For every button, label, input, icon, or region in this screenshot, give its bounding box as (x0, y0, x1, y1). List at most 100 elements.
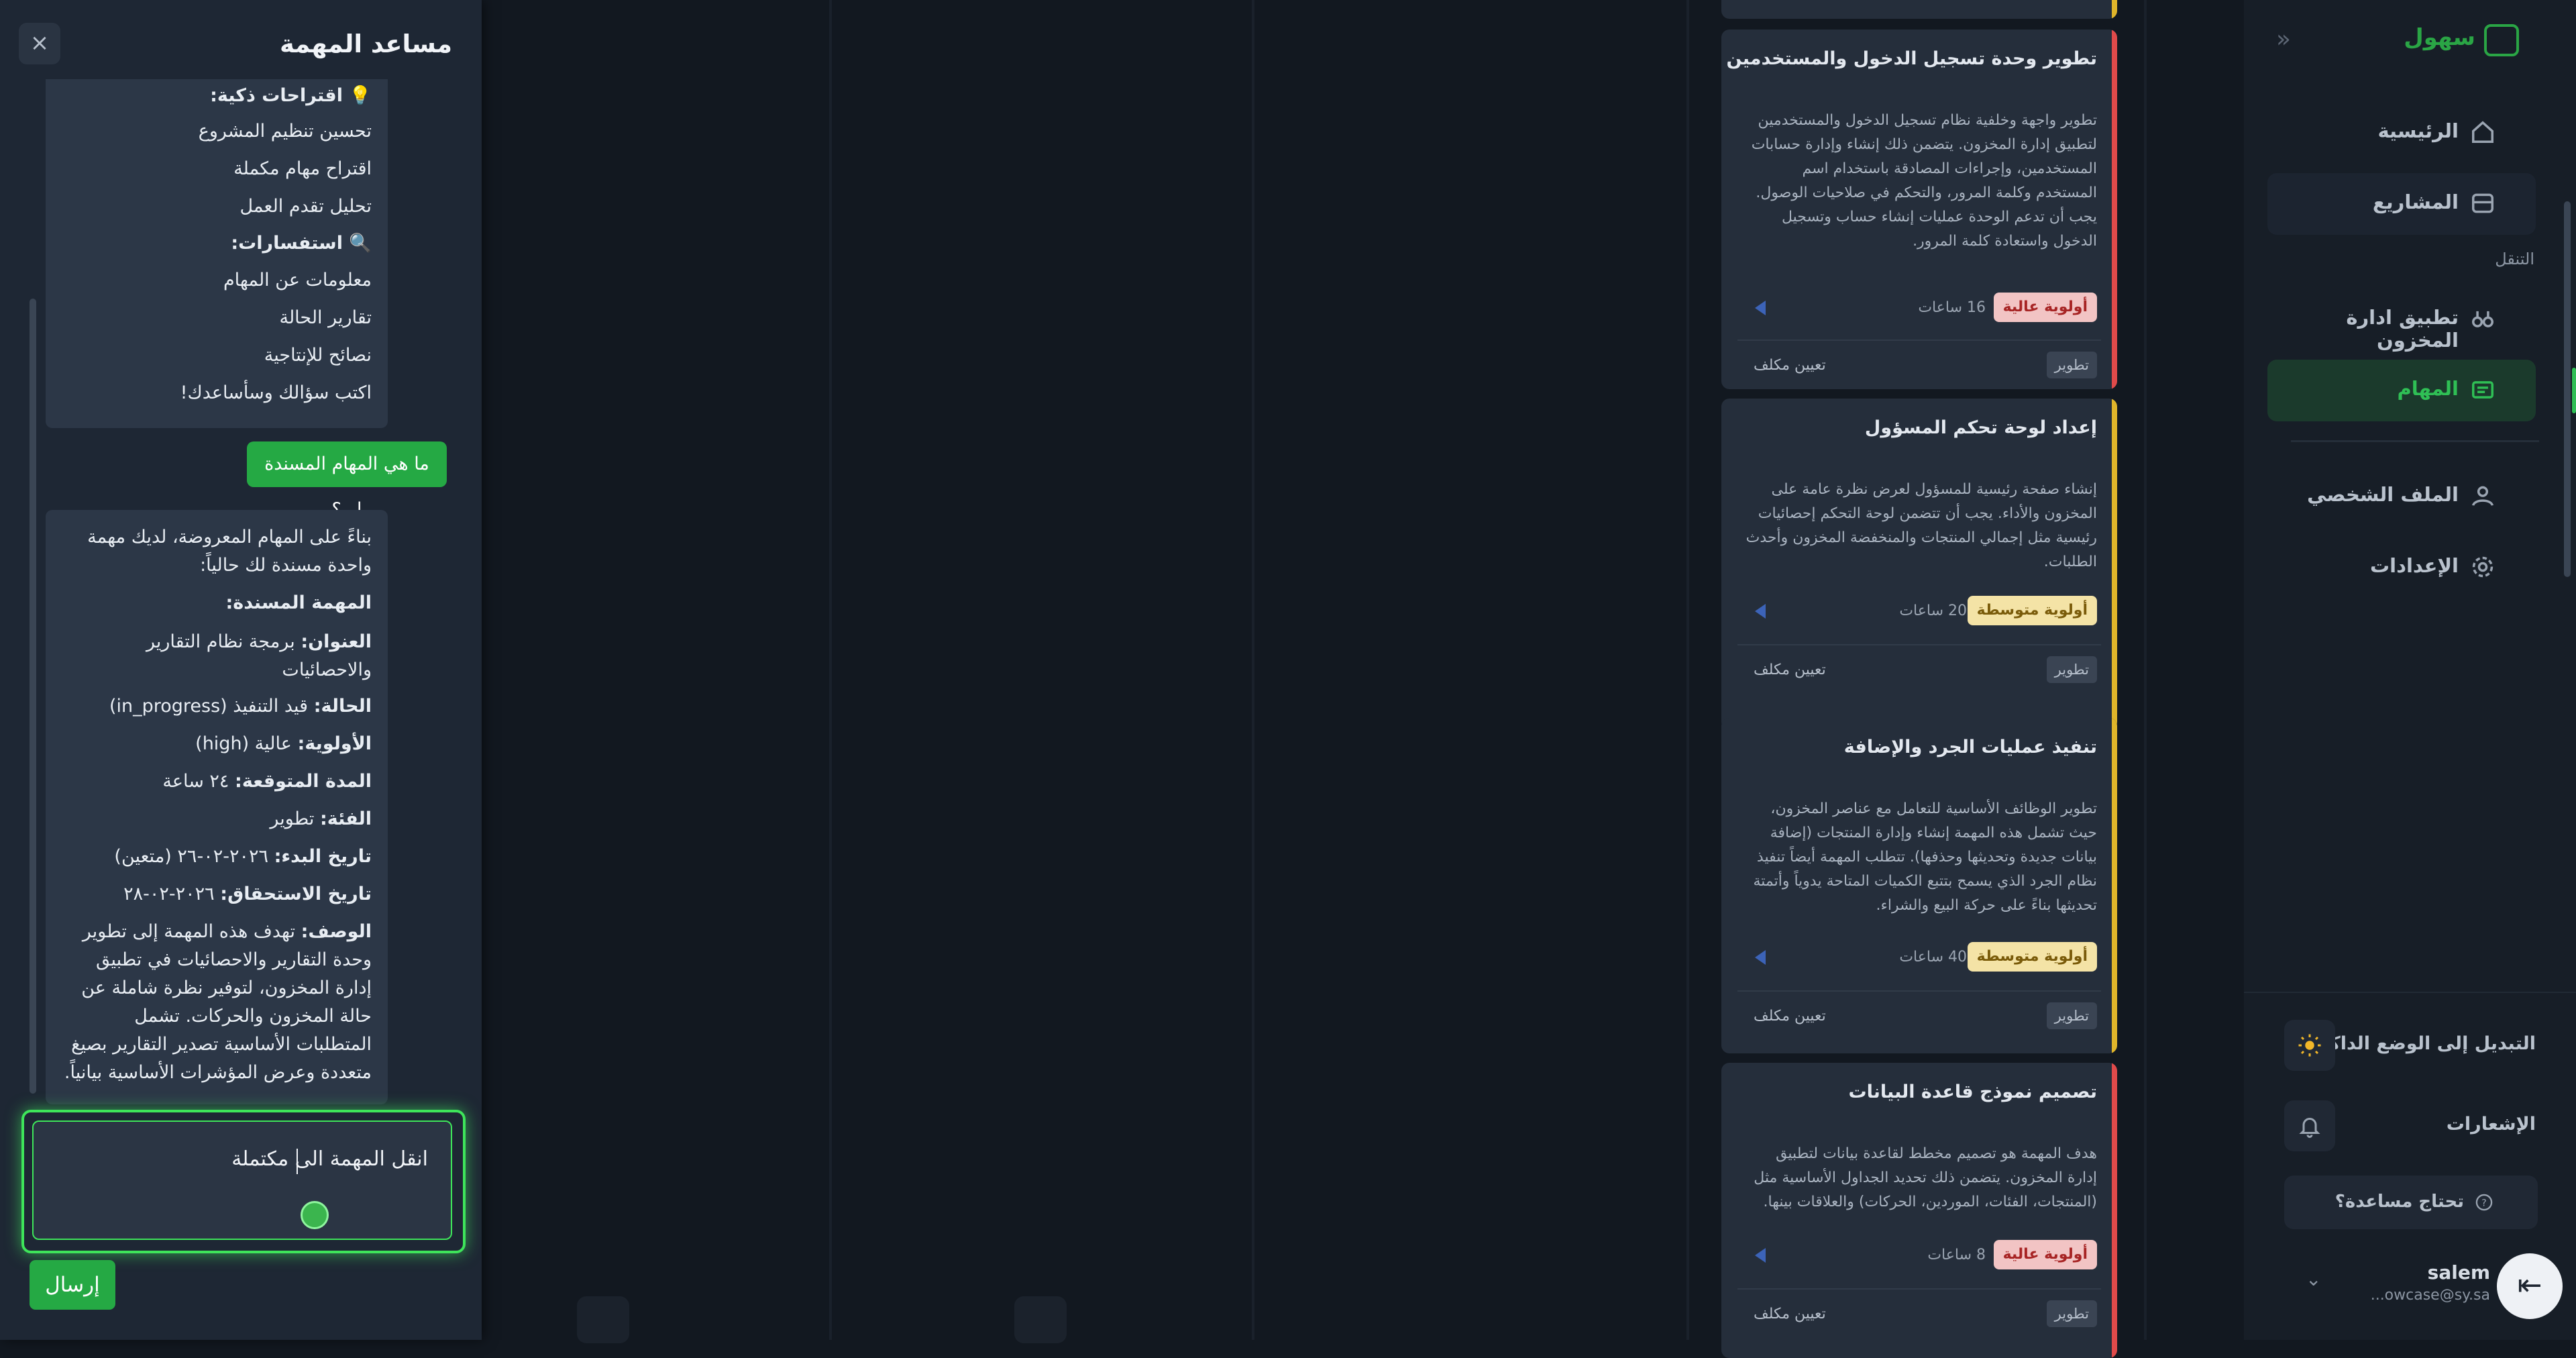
close-icon[interactable]: × (19, 23, 60, 64)
card-priority-bar (2112, 718, 2117, 1053)
field-label: الفئة: (319, 808, 372, 829)
list-item: نصائح للإنتاجية (264, 345, 372, 366)
reply-category-field: الفئة: تطوير (56, 805, 372, 833)
folder-icon (2472, 193, 2493, 213)
column-divider (829, 0, 832, 1340)
task-card[interactable]: تطوير وحدة تسجيل الدخول والمستخدمين تطوي… (1721, 30, 2117, 389)
reply-duration-field: المدة المتوقعة: ٢٤ ساعة (56, 768, 372, 796)
card-description: تطوير الوظائف الأساسية للتعامل مع عناصر … (1753, 800, 2097, 914)
dark-mode-label: التبديل إلى الوضع الداكن (2313, 1033, 2536, 1054)
user-message: ما هي المهام المسندة لي؟ (247, 441, 447, 520)
list-item: تحليل تقدم العمل (239, 196, 372, 217)
sidebar-item-label: تطبيق ادارة المخزون (2346, 306, 2459, 352)
task-card[interactable]: إعداد لوحة تحكم المسؤول إنشاء صفحة رئيسي… (1721, 399, 2117, 730)
card-priority-bar (2112, 399, 2117, 730)
dark-mode-toggle[interactable] (2284, 1020, 2335, 1071)
binoculars-icon (2472, 311, 2493, 327)
question-icon: ? (2475, 1194, 2493, 1211)
nav-section-label: التنقل (2495, 250, 2534, 268)
notifications-button[interactable] (2284, 1100, 2335, 1151)
card-divider (1737, 644, 2101, 645)
card-description: تطوير واجهة وخلفية نظام تسجيل الدخول وال… (1751, 112, 2097, 250)
hours-estimate: 40 ساعات (1899, 949, 1967, 965)
column-divider (2144, 0, 2147, 1340)
card-priority-bar (2112, 1063, 2117, 1358)
column-divider (1686, 0, 1689, 1340)
sidebar-item-label: المشاريع (2372, 191, 2459, 213)
priority-badge: أولوية عالية (1993, 293, 2097, 322)
sidebar-scrollbar[interactable] (2564, 201, 2571, 577)
field-label: العنوان: (301, 631, 372, 652)
chevron-down-icon[interactable]: ⌄ (2306, 1268, 2321, 1290)
field-label: الأولوية: (297, 733, 372, 754)
sidebar-item-home[interactable]: الرئيسية (2267, 102, 2536, 164)
sidebar-item-projects[interactable]: المشاريع (2267, 173, 2536, 235)
field-label: الوصف: (301, 921, 372, 942)
reply-due-field: تاريخ الاستحقاق: ٢٠٢٦-٠٢-٢٨ (56, 880, 372, 908)
field-value: قيد التنفيذ (in_progress) (109, 696, 309, 717)
sidebar-item-settings[interactable]: الإعدادات (2267, 537, 2536, 598)
text-caret (297, 1149, 298, 1174)
card-description: هدف المهمة هو تصميم مخطط لقاعدة بيانات ل… (1754, 1145, 2097, 1210)
sidebar-item-app[interactable]: تطبيق ادارة المخزون (2267, 289, 2536, 352)
assistant-reply: بناءً على المهام المعروضة، لديك مهمة واح… (46, 510, 388, 1104)
eye-icon[interactable] (1014, 1296, 1067, 1343)
category-tag: تطوير (2046, 1002, 2097, 1029)
reply-title-field: العنوان: برمجة نظام التقارير والاحصائيات (56, 628, 372, 684)
task-card-partial[interactable] (1721, 0, 2117, 19)
card-divider (1737, 340, 2101, 341)
sidebar: سهول « الرئيسية المشاريع التنقل تطبيق اد… (2244, 0, 2576, 1340)
card-title: تطوير وحدة تسجيل الدخول والمستخدمين (1726, 48, 2097, 69)
task-assistant-panel: مساعد المهمة × 💡 اقتراحات ذكية: تحسين تن… (0, 0, 482, 1340)
assign-button[interactable]: تعيين مكلف (1754, 1306, 1826, 1322)
category-tag: تطوير (2046, 1300, 2097, 1327)
chat-input-value: انقل المهمة الى مكتملة (231, 1147, 428, 1171)
chat-input[interactable]: انقل المهمة الى مكتملة (32, 1120, 452, 1240)
field-value: ٢٠٢٦-٠٢-٢٦ (متعين) (114, 846, 268, 867)
help-button[interactable]: تحتاج مساعدة؟ ? (2284, 1176, 2538, 1229)
priority-badge: أولوية عالية (1993, 1240, 2097, 1269)
card-priority-bar (2112, 30, 2117, 389)
reply-section-title: المهمة المسندة: (225, 592, 372, 613)
play-icon[interactable] (1755, 1248, 1766, 1263)
chat-scrollbar[interactable] (30, 299, 36, 1094)
field-label: تاريخ البدء: (274, 846, 372, 867)
assign-button[interactable]: تعيين مكلف (1754, 1008, 1826, 1025)
category-tag: تطوير (2046, 352, 2097, 378)
sidebar-item-tasks[interactable]: المهام (2267, 360, 2536, 421)
closing-text: اكتب سؤالك وسأساعدك! (180, 382, 372, 403)
hours-estimate: 8 ساعات (1927, 1247, 1986, 1263)
toggle-panel-icon[interactable]: ⇤ (2497, 1253, 2563, 1319)
send-button[interactable]: إرسال (30, 1260, 115, 1310)
assign-button[interactable]: تعيين مكلف (1754, 662, 1826, 678)
category-tag: تطوير (2046, 656, 2097, 683)
sun-icon (2298, 1034, 2321, 1057)
help-label: تحتاج مساعدة؟ (2334, 1192, 2464, 1212)
sidebar-item-profile[interactable]: الملف الشخصي (2267, 466, 2536, 527)
play-icon[interactable] (1755, 301, 1766, 315)
field-value: عالية (high) (195, 733, 292, 754)
list-item: تقارير الحالة (279, 307, 372, 328)
list-item: تحسين تنظيم المشروع (198, 121, 372, 142)
check-icon[interactable] (577, 1296, 629, 1343)
card-divider (1737, 990, 2101, 992)
play-icon[interactable] (1755, 950, 1766, 965)
list-item: معلومات عن المهام (223, 270, 372, 291)
user-email: ...owcase@sy.sa (2370, 1287, 2490, 1304)
reply-status-field: الحالة: قيد التنفيذ (in_progress) (56, 692, 372, 721)
gear-icon (2472, 556, 2493, 578)
column-divider (1252, 0, 1254, 1340)
priority-badge: أولوية متوسطة (1967, 942, 2097, 972)
task-card[interactable]: تنفيذ عمليات الجرد والإضافة تطوير الوظائ… (1721, 718, 2117, 1053)
brand-name: سهول (2404, 24, 2475, 51)
collapse-sidebar-icon[interactable]: « (2276, 25, 2291, 53)
profile-icon (2472, 486, 2493, 507)
list-item: اقتراح مهام مكملة (233, 158, 372, 179)
play-icon[interactable] (1755, 604, 1766, 619)
sidebar-item-label: الرئيسية (2377, 119, 2459, 142)
task-card[interactable]: تصميم نموذج قاعدة البيانات هدف المهمة هو… (1721, 1063, 2117, 1358)
assign-button[interactable]: تعيين مكلف (1754, 357, 1826, 374)
field-value: تهدف هذه المهمة إلى تطوير وحدة التقارير … (64, 921, 372, 1083)
sidebar-item-label: الإعدادات (2369, 554, 2459, 577)
bell-icon (2299, 1118, 2320, 1138)
